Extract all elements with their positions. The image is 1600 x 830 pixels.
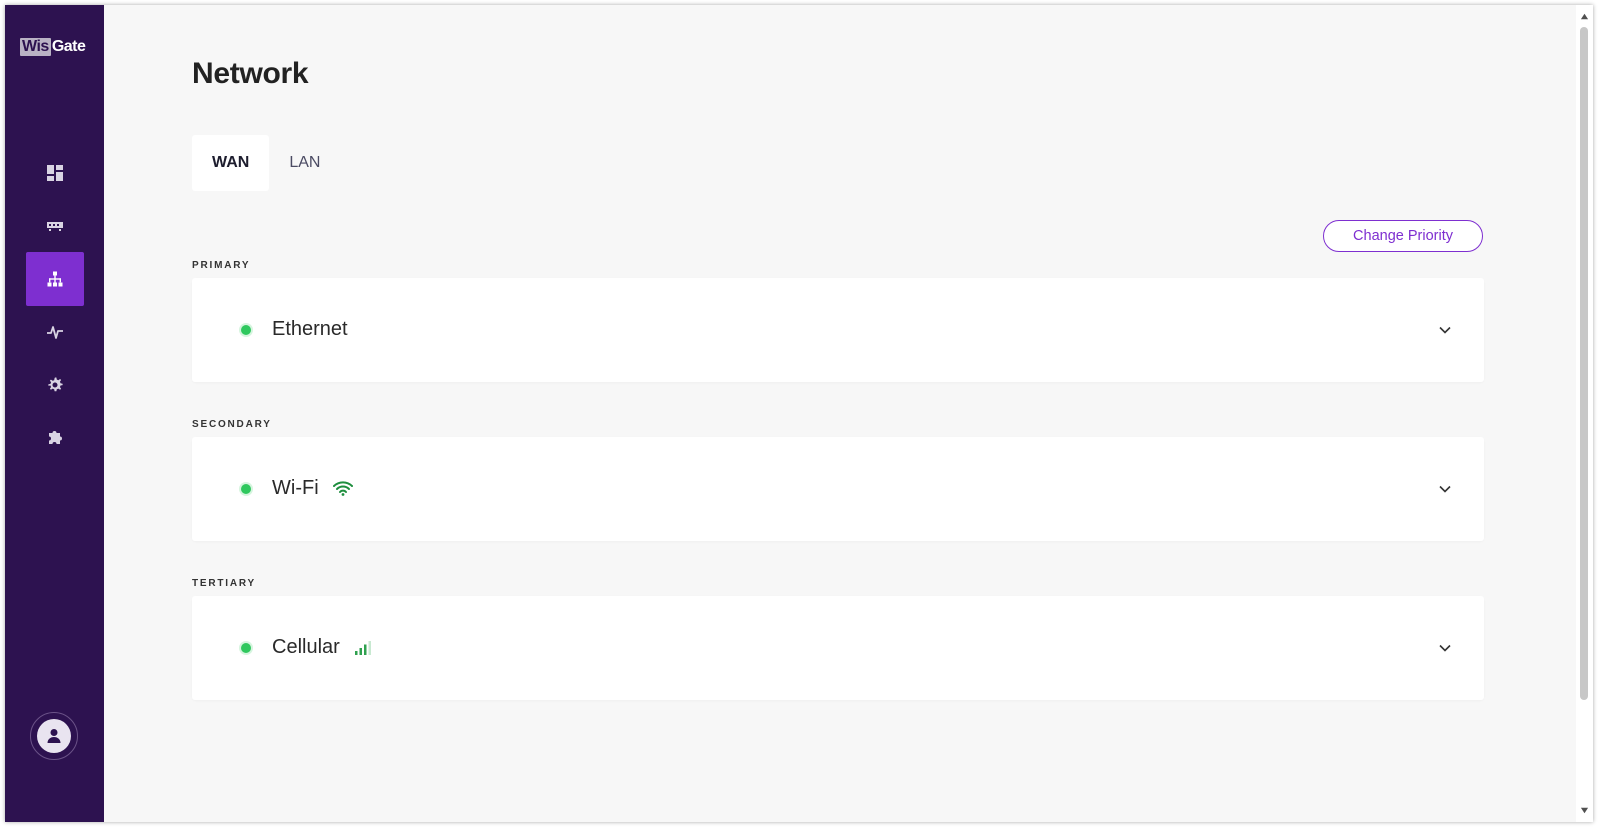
wan-card-cellular[interactable]: Cellular	[192, 596, 1484, 700]
change-priority-button[interactable]: Change Priority	[1323, 220, 1483, 252]
profile-avatar[interactable]	[30, 712, 78, 760]
wan-card-ethernet[interactable]: Ethernet	[192, 278, 1484, 382]
chevron-down-icon[interactable]	[1438, 323, 1452, 337]
puzzle-icon	[49, 431, 62, 444]
wisgate-logo[interactable]: Wis Gate	[20, 37, 86, 57]
avatar-circle	[37, 719, 71, 753]
sidebar-item-settings[interactable]	[26, 358, 84, 412]
status-dot	[239, 641, 253, 655]
tab-wan[interactable]: WAN	[192, 135, 270, 191]
card-title: Cellular	[272, 636, 340, 658]
gear-icon	[48, 377, 63, 392]
page-title: Network	[192, 57, 309, 90]
user-icon	[47, 729, 61, 743]
status-dot	[239, 482, 253, 496]
router-icon	[47, 222, 63, 231]
section-label-tertiary: TERTIARY	[192, 578, 257, 589]
sidebar-item-network[interactable]	[26, 252, 84, 306]
chevron-down-icon[interactable]	[1438, 482, 1452, 496]
sidebar-item-dashboard[interactable]	[26, 146, 84, 200]
wifi-icon	[333, 480, 353, 501]
sidebar-item-diagnostics[interactable]	[26, 305, 84, 359]
chevron-down-icon[interactable]	[1438, 641, 1452, 655]
sidebar-item-extensions[interactable]	[26, 411, 84, 465]
logo-wis-text: Wis	[20, 38, 51, 56]
tab-bar: WAN LAN	[192, 135, 340, 191]
dashboard-icon	[47, 165, 63, 181]
status-dot	[239, 323, 253, 337]
wan-card-wifi[interactable]: Wi-Fi	[192, 437, 1484, 541]
tab-lan[interactable]: LAN	[269, 135, 340, 191]
sidebar: Wis Gate	[5, 5, 104, 822]
card-title: Wi-Fi	[272, 477, 319, 499]
app-window: Wis Gate Network WAN LAN Change Priority…	[5, 5, 1593, 822]
cellular-signal-icon	[354, 640, 374, 661]
vertical-scrollbar[interactable]	[1576, 5, 1593, 822]
sidebar-item-devices[interactable]	[26, 199, 84, 253]
scroll-up-arrow-icon[interactable]	[1579, 11, 1590, 22]
main-content: Network WAN LAN Change Priority PRIMARY …	[104, 5, 1593, 822]
section-label-primary: PRIMARY	[192, 260, 251, 271]
logo-gate-text: Gate	[51, 38, 86, 55]
card-title: Ethernet	[272, 318, 348, 340]
section-label-secondary: SECONDARY	[192, 419, 272, 430]
network-icon	[47, 271, 63, 287]
scroll-down-arrow-icon[interactable]	[1579, 805, 1590, 816]
activity-icon	[47, 326, 63, 339]
scrollbar-thumb[interactable]	[1580, 27, 1588, 700]
